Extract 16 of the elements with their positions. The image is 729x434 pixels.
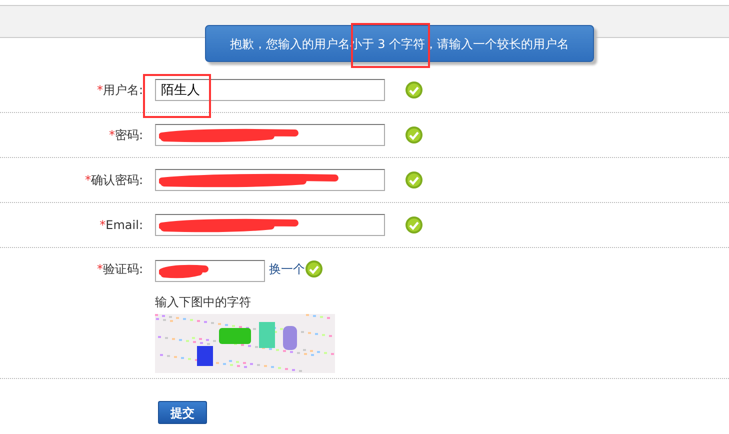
required-mark: * bbox=[96, 83, 103, 97]
field-label: 确认密码: bbox=[90, 173, 143, 187]
required-mark: * bbox=[84, 173, 91, 187]
required-mark: * bbox=[100, 218, 106, 232]
required-mark: * bbox=[108, 128, 115, 142]
redaction-mark bbox=[159, 264, 208, 278]
field-label: 验证码: bbox=[102, 262, 143, 276]
hint-text: 输入下图中的字符 bbox=[155, 294, 252, 311]
field-label: 用户名: bbox=[102, 83, 143, 97]
submit-button[interactable]: 提交 bbox=[158, 401, 207, 424]
field-label: 密码: bbox=[114, 128, 143, 142]
input-field[interactable]: 陌生人 bbox=[155, 79, 385, 101]
refresh-link[interactable]: 换一个 bbox=[269, 260, 305, 278]
field-label: Email: bbox=[106, 218, 143, 232]
highlight-box bbox=[143, 74, 211, 118]
required-mark: * bbox=[96, 262, 103, 276]
